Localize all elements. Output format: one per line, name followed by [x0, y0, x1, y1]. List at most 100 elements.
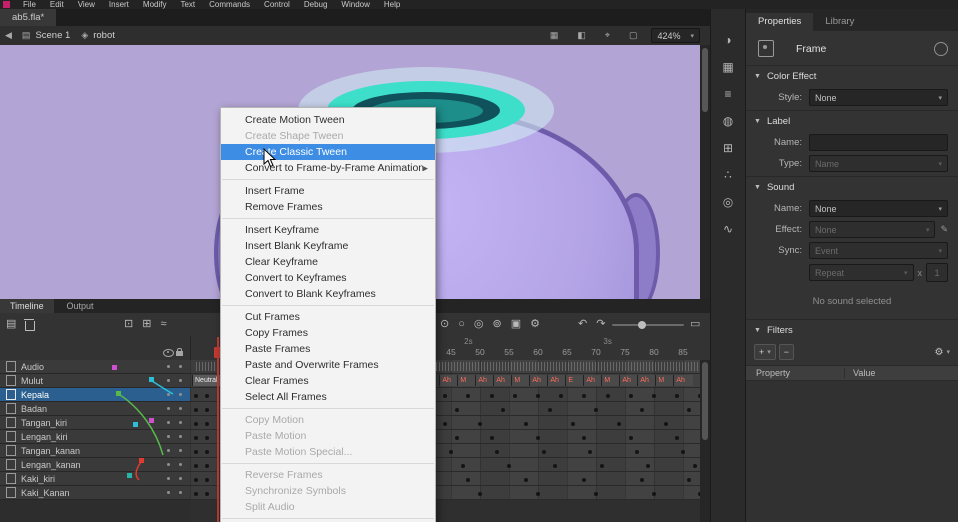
- style-select[interactable]: None ▾: [809, 89, 948, 106]
- scrollbar-thumb[interactable]: [702, 48, 708, 112]
- layer-toggle-dot[interactable]: [167, 393, 170, 396]
- menu-window[interactable]: Window: [334, 0, 376, 9]
- menu-item-paste-motion-special[interactable]: Paste Motion Special...: [221, 444, 435, 460]
- edit-multiple-frames-icon[interactable]: ▣: [511, 313, 521, 336]
- back-icon[interactable]: ◀: [5, 30, 12, 41]
- menu-item-insert-frame[interactable]: Insert Frame: [221, 183, 435, 199]
- keyframe-dot[interactable]: [495, 450, 499, 454]
- layer-toggle-dot[interactable]: [179, 365, 182, 368]
- keyframe-dot[interactable]: [553, 464, 557, 468]
- layer-row-tangan_kiri[interactable]: Tangan_kiri: [0, 416, 190, 430]
- keyframe-dot[interactable]: [194, 450, 198, 454]
- menu-item-select-all-frames[interactable]: Select All Frames: [221, 389, 435, 405]
- keyframe-dot[interactable]: [675, 436, 679, 440]
- keyframe-dot[interactable]: [588, 450, 592, 454]
- add-camera-icon[interactable]: ⊡: [124, 313, 133, 336]
- sound-header[interactable]: ▼ Sound: [746, 177, 958, 197]
- history-icon[interactable]: ◎: [723, 195, 733, 209]
- menu-item-copy-motion[interactable]: Copy Motion: [221, 412, 435, 428]
- edit-sound-envelope-icon[interactable]: ✎: [940, 224, 948, 235]
- keyframe-dot[interactable]: [513, 394, 517, 398]
- keyframe-dot[interactable]: [466, 394, 470, 398]
- layer-row-lengan_kanan[interactable]: Lengan_kanan: [0, 458, 190, 472]
- layer-toggle-dot[interactable]: [179, 449, 182, 452]
- keyframe-dot[interactable]: [640, 478, 644, 482]
- keyframe-dot[interactable]: [455, 408, 459, 412]
- edit-symbols-icon[interactable]: ◧: [577, 30, 586, 41]
- menu-item-convert-to-keyframes[interactable]: Convert to Keyframes: [221, 270, 435, 286]
- keyframe-dot[interactable]: [681, 450, 685, 454]
- keyframe-dot[interactable]: [582, 478, 586, 482]
- show-hide-column-icon[interactable]: [163, 349, 174, 357]
- menu-item-paste-motion[interactable]: Paste Motion: [221, 428, 435, 444]
- insert-layer-icon[interactable]: ▤: [6, 313, 16, 336]
- keyframe-dot[interactable]: [507, 464, 511, 468]
- menu-item-synchronize-symbols[interactable]: Synchronize Symbols: [221, 483, 435, 499]
- layer-toggle-dot[interactable]: [179, 393, 182, 396]
- layer-toggle-dot[interactable]: [167, 449, 170, 452]
- step-back-icon[interactable]: ↶: [578, 313, 587, 336]
- layer-row-kaki_kanan[interactable]: Kaki_Kanan: [0, 486, 190, 500]
- layer-row-badan[interactable]: Badan: [0, 402, 190, 416]
- sound-name-select[interactable]: None ▾: [809, 200, 948, 217]
- keyframe-dot[interactable]: [629, 436, 633, 440]
- lock-column-icon[interactable]: [176, 351, 183, 356]
- keyframe-dot[interactable]: [490, 394, 494, 398]
- symbol-breadcrumb[interactable]: robot: [93, 30, 115, 41]
- keyframe-dot[interactable]: [600, 464, 604, 468]
- layer-toggle-dot[interactable]: [167, 379, 170, 382]
- layer-toggle-dot[interactable]: [179, 435, 182, 438]
- scene-breadcrumb[interactable]: Scene 1: [35, 30, 70, 41]
- menu-item-paste-and-overwrite-frames[interactable]: Paste and Overwrite Frames: [221, 357, 435, 373]
- keyframe-dot[interactable]: [635, 450, 639, 454]
- color-effect-header[interactable]: ▼ Color Effect: [746, 66, 958, 86]
- keyframe-dot[interactable]: [205, 394, 209, 398]
- layer-toggle-dot[interactable]: [179, 379, 182, 382]
- layer-row-kaki_kiri[interactable]: Kaki_kiri: [0, 472, 190, 486]
- menu-item-reverse-frames[interactable]: Reverse Frames: [221, 467, 435, 483]
- keyframe-dot[interactable]: [205, 436, 209, 440]
- keyframe-dot[interactable]: [664, 422, 668, 426]
- motion-presets-icon[interactable]: ∿: [723, 222, 733, 236]
- keyframe-dot[interactable]: [194, 394, 198, 398]
- keyframe-dot[interactable]: [449, 450, 453, 454]
- layer-row-mulut[interactable]: Mulut: [0, 374, 190, 388]
- keyframe-dot[interactable]: [194, 492, 198, 496]
- keyframe-dot[interactable]: [582, 436, 586, 440]
- keyframe-dot[interactable]: [652, 492, 656, 496]
- keyframe-dot[interactable]: [536, 492, 540, 496]
- keyframe-dot[interactable]: [542, 450, 546, 454]
- keyframe-dot[interactable]: [443, 394, 447, 398]
- menu-item-create-motion-tween[interactable]: Create Motion Tween: [221, 112, 435, 128]
- timeline-zoom-slider[interactable]: [612, 324, 684, 326]
- transform-icon[interactable]: ⊞: [723, 141, 733, 155]
- layer-toggle-dot[interactable]: [179, 491, 182, 494]
- sound-sync-select[interactable]: Event ▾: [809, 242, 948, 259]
- keyframe-dot[interactable]: [617, 422, 621, 426]
- keyframe-dot[interactable]: [194, 422, 198, 426]
- menu-control[interactable]: Control: [257, 0, 297, 9]
- stage-vertical-scrollbar[interactable]: [700, 45, 710, 299]
- keyframe-dot[interactable]: [536, 394, 540, 398]
- keyframe-dot[interactable]: [194, 464, 198, 468]
- keyframe-dot[interactable]: [536, 436, 540, 440]
- keyframe-dot[interactable]: [640, 408, 644, 412]
- keyframe-dot[interactable]: [194, 436, 198, 440]
- menu-item-remove-frames[interactable]: Remove Frames: [221, 199, 435, 215]
- keyframe-dot[interactable]: [205, 492, 209, 496]
- parenting-view-icon[interactable]: ⊞: [142, 313, 151, 336]
- tab-library[interactable]: Library: [813, 13, 866, 31]
- layer-depth-icon[interactable]: ≈: [160, 313, 166, 336]
- keyframe-dot[interactable]: [205, 408, 209, 412]
- menu-item-insert-blank-keyframe[interactable]: Insert Blank Keyframe: [221, 238, 435, 254]
- brush-library-icon[interactable]: ∴: [724, 168, 732, 182]
- menu-item-split-audio[interactable]: Split Audio: [221, 499, 435, 515]
- keyframe-dot[interactable]: [455, 436, 459, 440]
- swatches-icon[interactable]: ▦: [722, 60, 733, 74]
- layer-toggle-dot[interactable]: [167, 491, 170, 494]
- keyframe-dot[interactable]: [594, 492, 598, 496]
- repeat-count-input[interactable]: [926, 263, 948, 282]
- insert-keyframe-icon[interactable]: ⊙: [440, 313, 449, 336]
- label-type-select[interactable]: Name ▾: [809, 155, 948, 172]
- step-forward-icon[interactable]: ↷: [596, 313, 605, 336]
